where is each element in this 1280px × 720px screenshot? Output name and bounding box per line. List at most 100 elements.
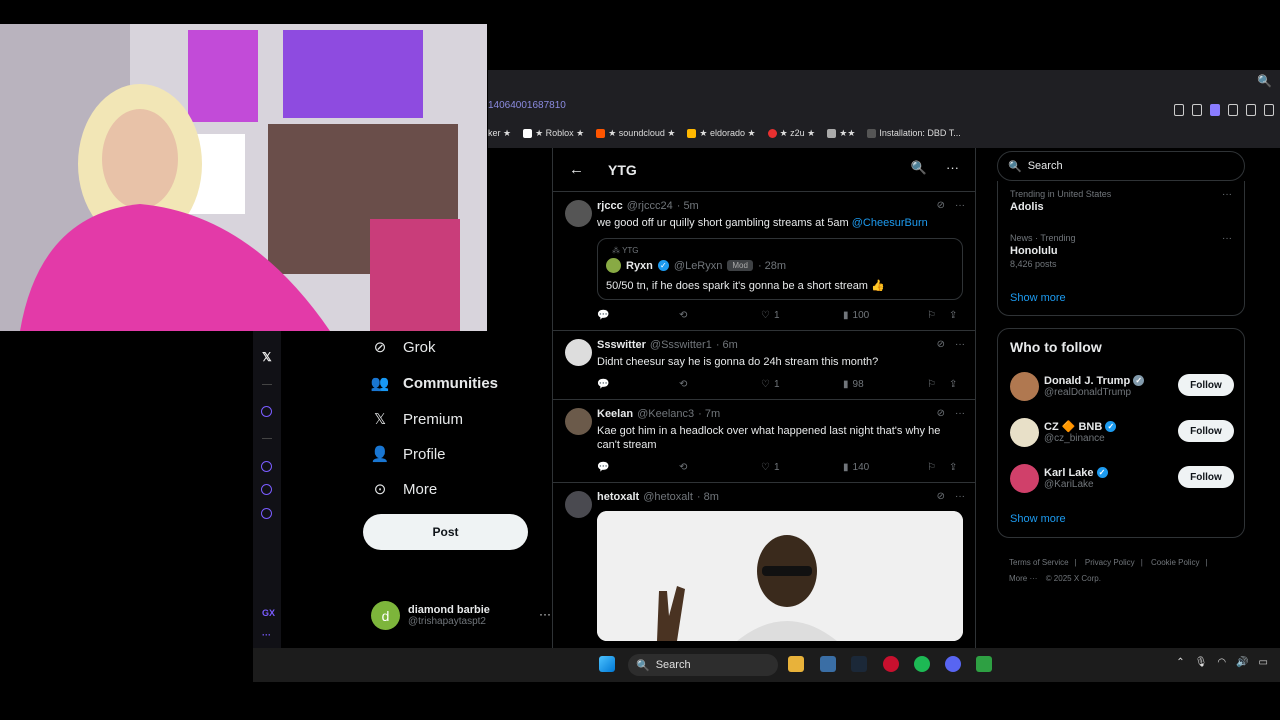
search-input[interactable]: 🔍 Search [997, 151, 1245, 181]
follow-suggestion[interactable]: CZ 🔶 BNB ✓ @cz_binance Follow [1010, 415, 1234, 449]
like-button[interactable]: ♡ 1 [761, 379, 780, 390]
bookmark-item[interactable]: ★ soundcloud ★ [596, 128, 675, 139]
avatar[interactable] [565, 491, 592, 518]
play-icon[interactable] [1228, 104, 1238, 116]
tweet-handle[interactable]: @Keelanc3 [637, 408, 694, 420]
microphone-icon[interactable]: 🎙 [1195, 657, 1208, 668]
post-button[interactable]: Post [363, 514, 528, 550]
tweet-author-name[interactable]: hetoxalt [597, 491, 639, 503]
more-dots-icon[interactable]: ··· [955, 491, 965, 502]
search-icon[interactable]: 🔍 [911, 160, 927, 176]
tweet-author-name[interactable]: Ssswitter [597, 339, 646, 351]
nav-item-more[interactable]: ⊙ More [371, 480, 437, 499]
app-icon[interactable] [976, 656, 992, 672]
share-icon[interactable]: ⇪ [949, 462, 957, 473]
history-icon[interactable] [261, 461, 272, 472]
reply-icon[interactable]: 💬 [597, 310, 609, 321]
like-button[interactable]: ♡ 1 [761, 462, 780, 473]
avatar[interactable] [565, 200, 592, 227]
more-dots-icon[interactable]: ··· [955, 200, 965, 211]
reply-icon[interactable]: 💬 [597, 379, 609, 390]
follow-button[interactable]: Follow [1178, 466, 1234, 488]
file-explorer-icon[interactable] [788, 656, 804, 672]
tweet[interactable]: rjccc @rjccc24 · 5m ⊘ ··· we good off ur… [553, 192, 975, 331]
chevron-up-icon[interactable]: ⌃ [1176, 657, 1184, 668]
taskbar-search[interactable]: 🔍 Search [628, 654, 778, 676]
cookie-link[interactable]: Cookie Policy [1151, 558, 1199, 567]
retweet-icon[interactable]: ⟲ [679, 379, 687, 390]
tweet-time[interactable]: · 6m [716, 339, 738, 351]
avatar[interactable] [565, 339, 592, 366]
more-dots-icon[interactable]: ··· [1222, 189, 1232, 200]
share-icon[interactable]: ⇪ [949, 310, 957, 321]
views-button[interactable]: ▮ 98 [843, 379, 864, 390]
tweet[interactable]: Ssswitter @Ssswitter1 · 6m ⊘ ··· Didnt c… [553, 331, 975, 400]
show-more-link[interactable]: Show more [1010, 292, 1066, 304]
address-bar[interactable]: 14064001687810 [488, 100, 566, 111]
settings-icon[interactable] [261, 508, 272, 519]
heart-icon[interactable] [1246, 104, 1256, 116]
bookmark-icon[interactable] [1174, 104, 1184, 116]
tweet-media-image[interactable] [597, 511, 963, 641]
grok-icon[interactable]: ⊘ [937, 408, 945, 419]
bookmark-item[interactable]: ★★ [827, 128, 855, 139]
discord-icon[interactable] [945, 656, 961, 672]
more-dots-icon[interactable]: ··· [262, 630, 271, 640]
share-icon[interactable]: ⇪ [949, 379, 957, 390]
tweet-author-name[interactable]: Keelan [597, 408, 633, 420]
tweet-time[interactable]: · 5m [677, 200, 699, 212]
shield-icon[interactable] [1210, 104, 1220, 116]
more-dots-icon[interactable]: ··· [955, 339, 965, 350]
tweet[interactable]: Keelan @Keelanc3 · 7m ⊘ ··· Kae got him … [553, 400, 975, 483]
tweet-handle[interactable]: @rjccc24 [627, 200, 673, 212]
tweet-handle[interactable]: @hetoxalt [643, 491, 693, 503]
privacy-link[interactable]: Privacy Policy [1085, 558, 1135, 567]
bookmark-item[interactable]: ★ eldorado ★ [687, 128, 756, 139]
follow-button[interactable]: Follow [1178, 374, 1234, 396]
bookmark-item[interactable]: ★ z2u ★ [767, 128, 815, 139]
chat-icon[interactable] [261, 484, 272, 495]
bookmark-item[interactable]: Installation: DBD T... [867, 128, 961, 139]
nav-item-profile[interactable]: 👤 Profile [371, 445, 446, 464]
bookmark-item[interactable]: ★ Roblox ★ [523, 128, 584, 139]
extensions-icon[interactable] [1264, 104, 1274, 116]
reply-icon[interactable]: 💬 [597, 462, 609, 473]
tweet[interactable]: hetoxalt @hetoxalt · 8m ⊘ ··· [553, 483, 975, 647]
more-link[interactable]: More ··· [1009, 574, 1037, 583]
tweet-author-name[interactable]: rjccc [597, 200, 623, 212]
avatar[interactable] [565, 408, 592, 435]
nav-item-communities[interactable]: 👥 Communities [371, 374, 498, 393]
spotify-icon[interactable] [914, 656, 930, 672]
mention-link[interactable]: @CheesurBurn [852, 217, 928, 229]
wifi-icon[interactable]: ◠ [1217, 657, 1226, 668]
trend-item[interactable]: Trending in United States Adolis [1010, 189, 1111, 213]
grok-icon[interactable]: ⊘ [937, 339, 945, 350]
tab-search-icon[interactable]: 🔍 [1257, 74, 1272, 88]
account-switcher[interactable]: d diamond barbie @trishapaytaspt2 ··· [371, 601, 551, 630]
photos-icon[interactable] [820, 656, 836, 672]
trend-item[interactable]: News · Trending Honolulu 8,426 posts [1010, 233, 1076, 269]
tweet-time[interactable]: · 7m [698, 408, 720, 420]
follow-button[interactable]: Follow [1178, 420, 1234, 442]
more-dots-icon[interactable]: ··· [1222, 233, 1232, 244]
x-logo-icon[interactable]: 𝕏 [262, 350, 272, 364]
battery-icon[interactable]: ▭ [1259, 657, 1268, 668]
more-dots-icon[interactable]: ··· [955, 408, 965, 419]
terms-link[interactable]: Terms of Service [1009, 558, 1069, 567]
windows-start-icon[interactable] [599, 656, 615, 672]
views-button[interactable]: ▮ 140 [843, 462, 869, 473]
play-circle-icon[interactable] [261, 406, 272, 417]
opera-gx-icon[interactable] [883, 656, 899, 672]
views-button[interactable]: ▮ 100 [843, 310, 869, 321]
reader-icon[interactable] [1192, 104, 1202, 116]
nav-item-grok[interactable]: ⊘ Grok [371, 338, 436, 357]
like-button[interactable]: ♡ 1 [761, 310, 780, 321]
more-dots-icon[interactable]: ··· [946, 160, 959, 175]
bookmark-icon[interactable]: ⚐ [927, 310, 936, 321]
nav-item-premium[interactable]: 𝕏 Premium [371, 410, 463, 429]
back-arrow-icon[interactable]: ← [569, 161, 584, 178]
retweet-icon[interactable]: ⟲ [679, 462, 687, 473]
bookmark-icon[interactable]: ⚐ [927, 379, 936, 390]
gx-icon[interactable]: GX [262, 608, 275, 618]
follow-suggestion[interactable]: Donald J. Trump ✓ @realDonaldTrump Follow [1010, 369, 1234, 403]
